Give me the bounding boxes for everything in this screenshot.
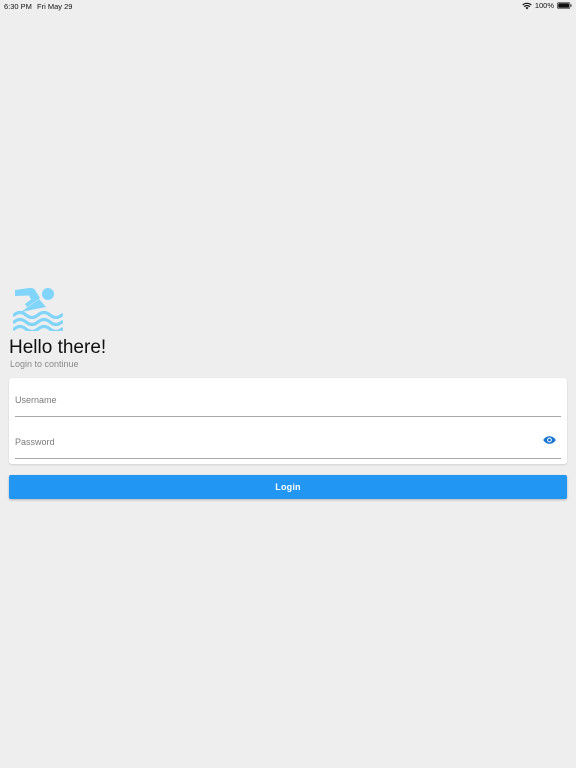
- status-indicators: 100%: [522, 1, 572, 10]
- eye-icon: [543, 436, 556, 444]
- wifi-icon: [522, 2, 532, 9]
- page-title: Hello there!: [9, 337, 107, 358]
- password-input[interactable]: [15, 433, 535, 451]
- username-underline: [15, 416, 561, 417]
- password-underline: [15, 458, 561, 459]
- username-input[interactable]: [15, 391, 535, 409]
- page-subtitle: Login to continue: [10, 359, 79, 369]
- swimming-icon: [13, 287, 63, 331]
- login-button[interactable]: Login: [9, 475, 567, 499]
- show-password-toggle[interactable]: [543, 435, 559, 447]
- battery-icon: [557, 2, 572, 9]
- battery-percentage: 100%: [534, 1, 554, 10]
- username-field-container: [15, 379, 561, 417]
- status-date: Fri May 29: [37, 2, 73, 11]
- status-bar: 6:30 PM Fri May 29 100%: [0, 0, 576, 12]
- status-time: 6:30 PM: [4, 2, 32, 11]
- password-field-container: [15, 421, 561, 459]
- login-form-card: [9, 378, 567, 464]
